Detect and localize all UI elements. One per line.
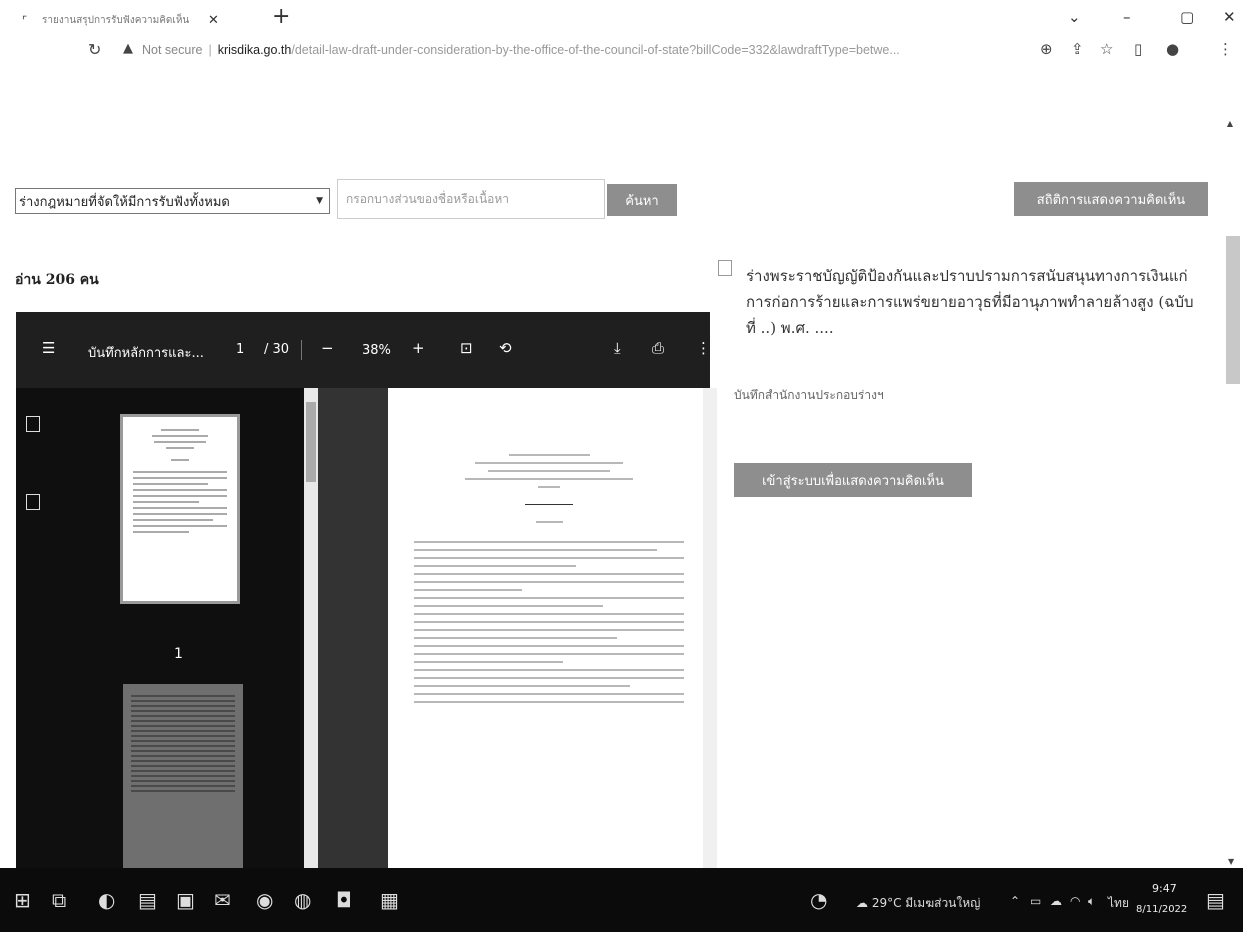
url-field[interactable]: Not secure | krisdika.go.th/detail-law-dra… — [142, 43, 1022, 57]
windows-taskbar: ⊞ ⧉ ◐ ▤ ▣ ✉ ◉ ◍ ◘ ▦ ◔ ☁ 29°C มีเมฆส่วนให… — [0, 868, 1243, 932]
new-tab-icon[interactable]: + — [272, 4, 290, 29]
warning-icon[interactable]: ▲ — [123, 41, 133, 56]
broken-image-icon — [718, 260, 732, 276]
input-language[interactable]: ไทย — [1108, 894, 1129, 913]
network-icon[interactable]: ▭ — [1030, 894, 1041, 908]
edge-icon[interactable]: ◐ — [98, 888, 115, 912]
word-icon[interactable]: ▦ — [380, 888, 399, 912]
share-icon[interactable]: ⇪ — [1071, 40, 1084, 58]
pdf-main-area — [318, 388, 710, 868]
not-secure-label: Not secure — [142, 43, 203, 57]
close-window-icon[interactable]: ✕ — [1223, 8, 1236, 26]
chevron-down-icon: ▼ — [316, 196, 323, 206]
fit-page-icon[interactable]: ⊡ — [460, 339, 473, 357]
notifications-icon[interactable]: ▤ — [1206, 888, 1225, 912]
line-icon[interactable]: ◘ — [336, 888, 352, 912]
law-draft-title: ร่างพระราชบัญญัติป้องกันและปราบปรามการสน… — [746, 267, 1194, 337]
search-button[interactable]: ค้นหา — [607, 184, 677, 216]
volume-icon[interactable]: 🔈︎ — [1088, 894, 1095, 909]
menu-kebab-icon[interactable]: ⋮ — [1218, 40, 1233, 58]
reading-list-icon[interactable]: ▯ — [1134, 40, 1142, 58]
pdf-doc-title: บันทึกหลักการและ... — [88, 346, 204, 361]
task-view-icon[interactable]: ⧉ — [52, 888, 66, 912]
maximize-icon[interactable]: ▢ — [1180, 8, 1194, 26]
minimize-icon[interactable]: – — [1123, 8, 1131, 26]
help-icon[interactable]: ◔ — [810, 888, 827, 912]
favicon-icon: ⌜ — [22, 13, 28, 27]
browser-tab[interactable]: ⌜ รายงานสรุปการรับฟังความคิดเห็น ✕ — [22, 9, 282, 31]
file-explorer-icon[interactable]: ▤ — [138, 888, 157, 912]
page-scroll-up-icon[interactable]: ▲ — [1227, 119, 1233, 128]
pdf-page-current[interactable]: 1 — [236, 342, 244, 357]
tab-close-icon[interactable]: ✕ — [208, 13, 219, 28]
hamburger-menu-icon[interactable]: ☰ — [42, 339, 55, 357]
browser-tab-bar: ⌜ รายงานสรุปการรับฟังความคิดเห็น ✕ + ⌄ –… — [0, 0, 1243, 30]
tab-title: รายงานสรุปการรับฟังความคิดเห็น — [42, 14, 190, 26]
zoom-icon[interactable]: ⊕ — [1040, 40, 1053, 58]
pdf-page — [388, 388, 710, 868]
page-scrollbar-thumb[interactable] — [1226, 236, 1240, 384]
show-hidden-icons[interactable]: ⌃ — [1010, 894, 1020, 908]
profile-icon[interactable]: ● — [1166, 40, 1179, 58]
page-thumbnail-1[interactable] — [120, 414, 240, 604]
store-icon[interactable]: ▣ — [176, 888, 195, 912]
wifi-icon[interactable]: ◠ — [1070, 894, 1080, 908]
read-count: อ่าน 206 คน — [15, 272, 99, 288]
clock-time[interactable]: 9:47 — [1152, 882, 1177, 895]
law-draft-subtitle: บันทึกสำนักงานประกอบร่างฯ — [734, 388, 884, 402]
url-separator: | — [208, 43, 212, 57]
thumbnail-scrollbar[interactable] — [304, 388, 318, 868]
zoom-out-icon[interactable]: − — [321, 339, 334, 357]
search-input[interactable] — [337, 179, 605, 219]
pdf-toolbar: ☰ บันทึกหลักการและ... 1 / 30 − 38% + ⊡ ⟲… — [16, 312, 710, 388]
pdf-page-scrollbar[interactable] — [703, 388, 717, 868]
comment-stats-button[interactable]: สถิติการแสดงความคิดเห็น — [1014, 182, 1208, 216]
pdf-viewer: ☰ บันทึกหลักการและ... 1 / 30 − 38% + ⊡ ⟲… — [16, 312, 710, 868]
print-icon[interactable]: ⎙ — [652, 339, 664, 357]
thumbnail-page-label: 1 — [174, 646, 183, 662]
address-bar: ↻ ▲ Not secure | krisdika.go.th/detail-law… — [0, 34, 1243, 74]
pdf-page-total: / 30 — [264, 342, 290, 357]
toolbar-divider — [301, 340, 302, 360]
thumbnails-icon[interactable] — [26, 416, 40, 432]
law-filter-select[interactable]: ร่างกฎหมายที่จัดให้มีการรับฟังทั้งหมด ▼ — [15, 188, 330, 214]
mail-icon[interactable]: ✉ — [214, 888, 231, 912]
weather-text: 29°C มีเมฆส่วนใหญ่ — [871, 896, 981, 910]
filter-selected-value: ร่างกฎหมายที่จัดให้มีการรับฟังทั้งหมด — [19, 194, 230, 210]
url-domain: krisdika.go.th — [217, 43, 292, 57]
url-path: /detail-law-draft-under-consideration-by… — [291, 43, 900, 57]
pdf-thumbnail-panel: 1 — [16, 388, 304, 868]
page-scroll-down-icon[interactable]: ▼ — [1228, 857, 1234, 866]
cloud-icon[interactable]: ☁ — [1050, 894, 1062, 908]
download-icon[interactable]: ⤓ — [614, 339, 621, 357]
chrome-icon[interactable]: ◍ — [294, 888, 311, 912]
bookmark-star-icon[interactable]: ☆ — [1100, 40, 1113, 58]
app-icon[interactable]: ◉ — [256, 888, 273, 912]
more-options-icon[interactable]: ⋮ — [696, 339, 710, 357]
zoom-level: 38% — [362, 343, 391, 358]
tab-search-chevron-icon[interactable]: ⌄ — [1068, 8, 1081, 26]
rotate-icon[interactable]: ⟲ — [499, 339, 512, 357]
outline-icon[interactable] — [26, 494, 40, 510]
reload-icon[interactable]: ↻ — [88, 40, 101, 59]
login-to-comment-button[interactable]: เข้าสู่ระบบเพื่อแสดงความคิดเห็น — [734, 463, 972, 497]
page-thumbnail-2[interactable] — [123, 684, 243, 868]
windows-icon[interactable]: ⊞ — [14, 888, 31, 912]
zoom-in-icon[interactable]: + — [412, 339, 425, 357]
clock-date[interactable]: 8/11/2022 — [1136, 904, 1187, 915]
weather-widget[interactable]: ☁ 29°C มีเมฆส่วนใหญ่ — [856, 894, 980, 913]
